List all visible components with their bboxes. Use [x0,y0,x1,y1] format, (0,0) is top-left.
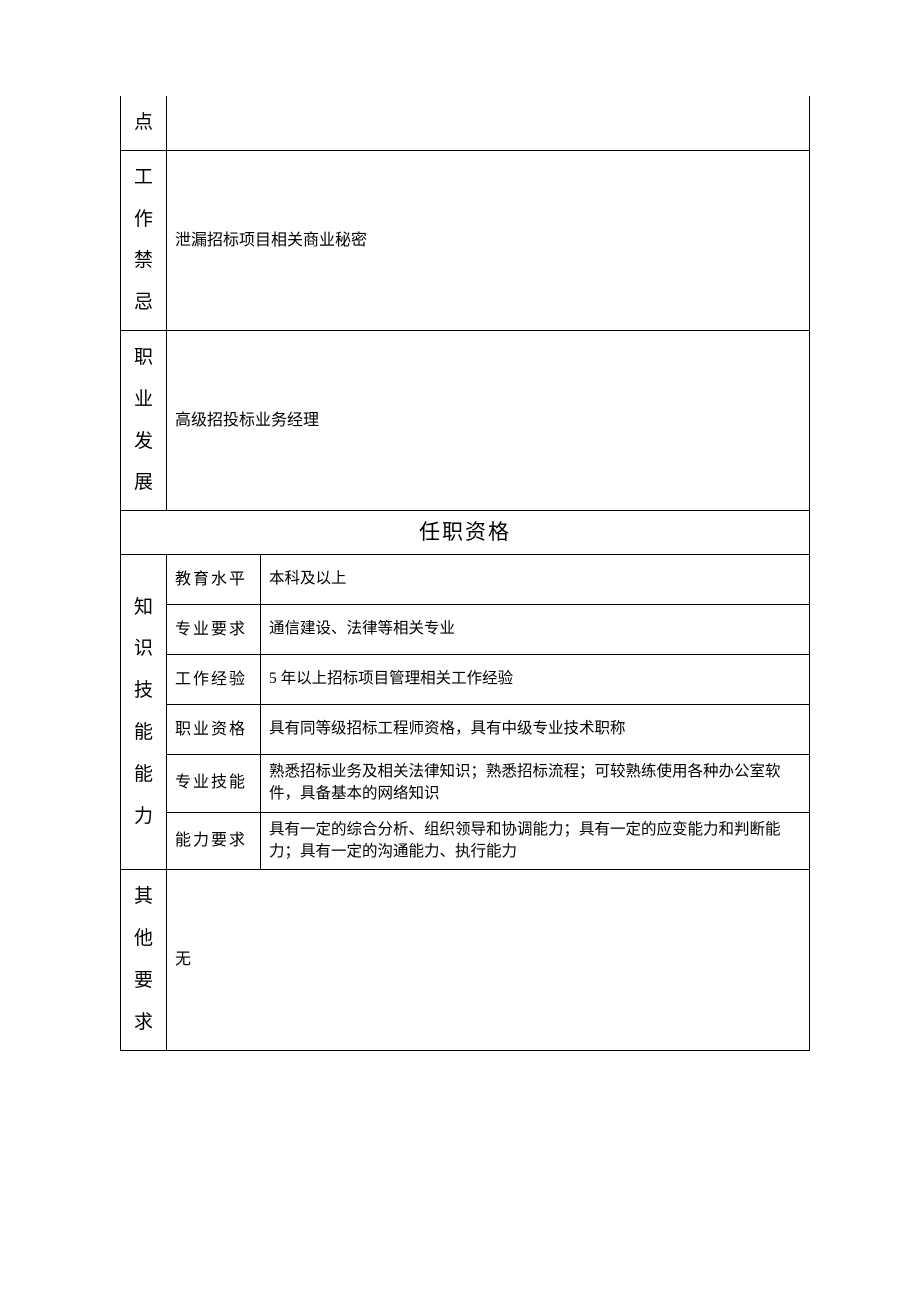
qual-value-ability: 具有一定的综合分析、组织领导和协调能力；具有一定的应变能力和判断能力；具有一定的… [261,812,810,870]
vlabel-continued: 点 [121,96,167,150]
vchar: 工 [129,157,158,199]
vchar: 职 [129,337,158,379]
vchar: 他 [129,918,158,960]
vchar: 识 [129,628,158,670]
vchar: 技 [129,670,158,712]
vchar: 展 [129,462,158,504]
vchar: 作 [129,199,158,241]
qual-label-ability: 能力要求 [167,812,261,870]
vchar: 要 [129,960,158,1002]
qual-label-experience: 工作经验 [167,654,261,704]
qual-label-proskill: 专业技能 [167,754,261,812]
vchar: 发 [129,421,158,463]
vchar: 能 [129,754,158,796]
vchar: 业 [129,379,158,421]
vchar: 知 [129,587,158,629]
vlabel-career-dev: 职 业 发 展 [121,330,167,510]
vchar: 忌 [129,282,158,324]
value-other-req: 无 [167,870,810,1050]
vlabel-work-taboo: 工 作 禁 忌 [121,150,167,330]
qual-value-education: 本科及以上 [261,554,810,604]
vlabel-other-req: 其 他 要 求 [121,870,167,1050]
vchar: 点 [129,102,158,144]
qual-value-proskill: 熟悉招标业务及相关法律知识；熟悉招标流程；可较熟练使用各种办公室软件，具备基本的… [261,754,810,812]
vchar: 禁 [129,240,158,282]
value-continued [167,96,810,150]
vchar: 能 [129,712,158,754]
value-work-taboo: 泄漏招标项目相关商业秘密 [167,150,810,330]
qual-label-certification: 职业资格 [167,704,261,754]
vchar: 力 [129,796,158,838]
section-header-qualification: 任职资格 [121,511,810,554]
job-spec-table: 点 工 作 禁 忌 泄漏招标项目相关商业秘密 职 业 发 展 高级招投标业务经理 [120,96,810,1051]
qual-value-certification: 具有同等级招标工程师资格，具有中级专业技术职称 [261,704,810,754]
vchar: 求 [129,1002,158,1044]
vlabel-knowledge-ability: 知 识 技 能 能 力 [121,554,167,870]
vchar: 其 [129,876,158,918]
qual-label-major: 专业要求 [167,604,261,654]
qual-value-experience: 5 年以上招标项目管理相关工作经验 [261,654,810,704]
value-career-dev: 高级招投标业务经理 [167,330,810,510]
qual-label-education: 教育水平 [167,554,261,604]
qual-value-major: 通信建设、法律等相关专业 [261,604,810,654]
